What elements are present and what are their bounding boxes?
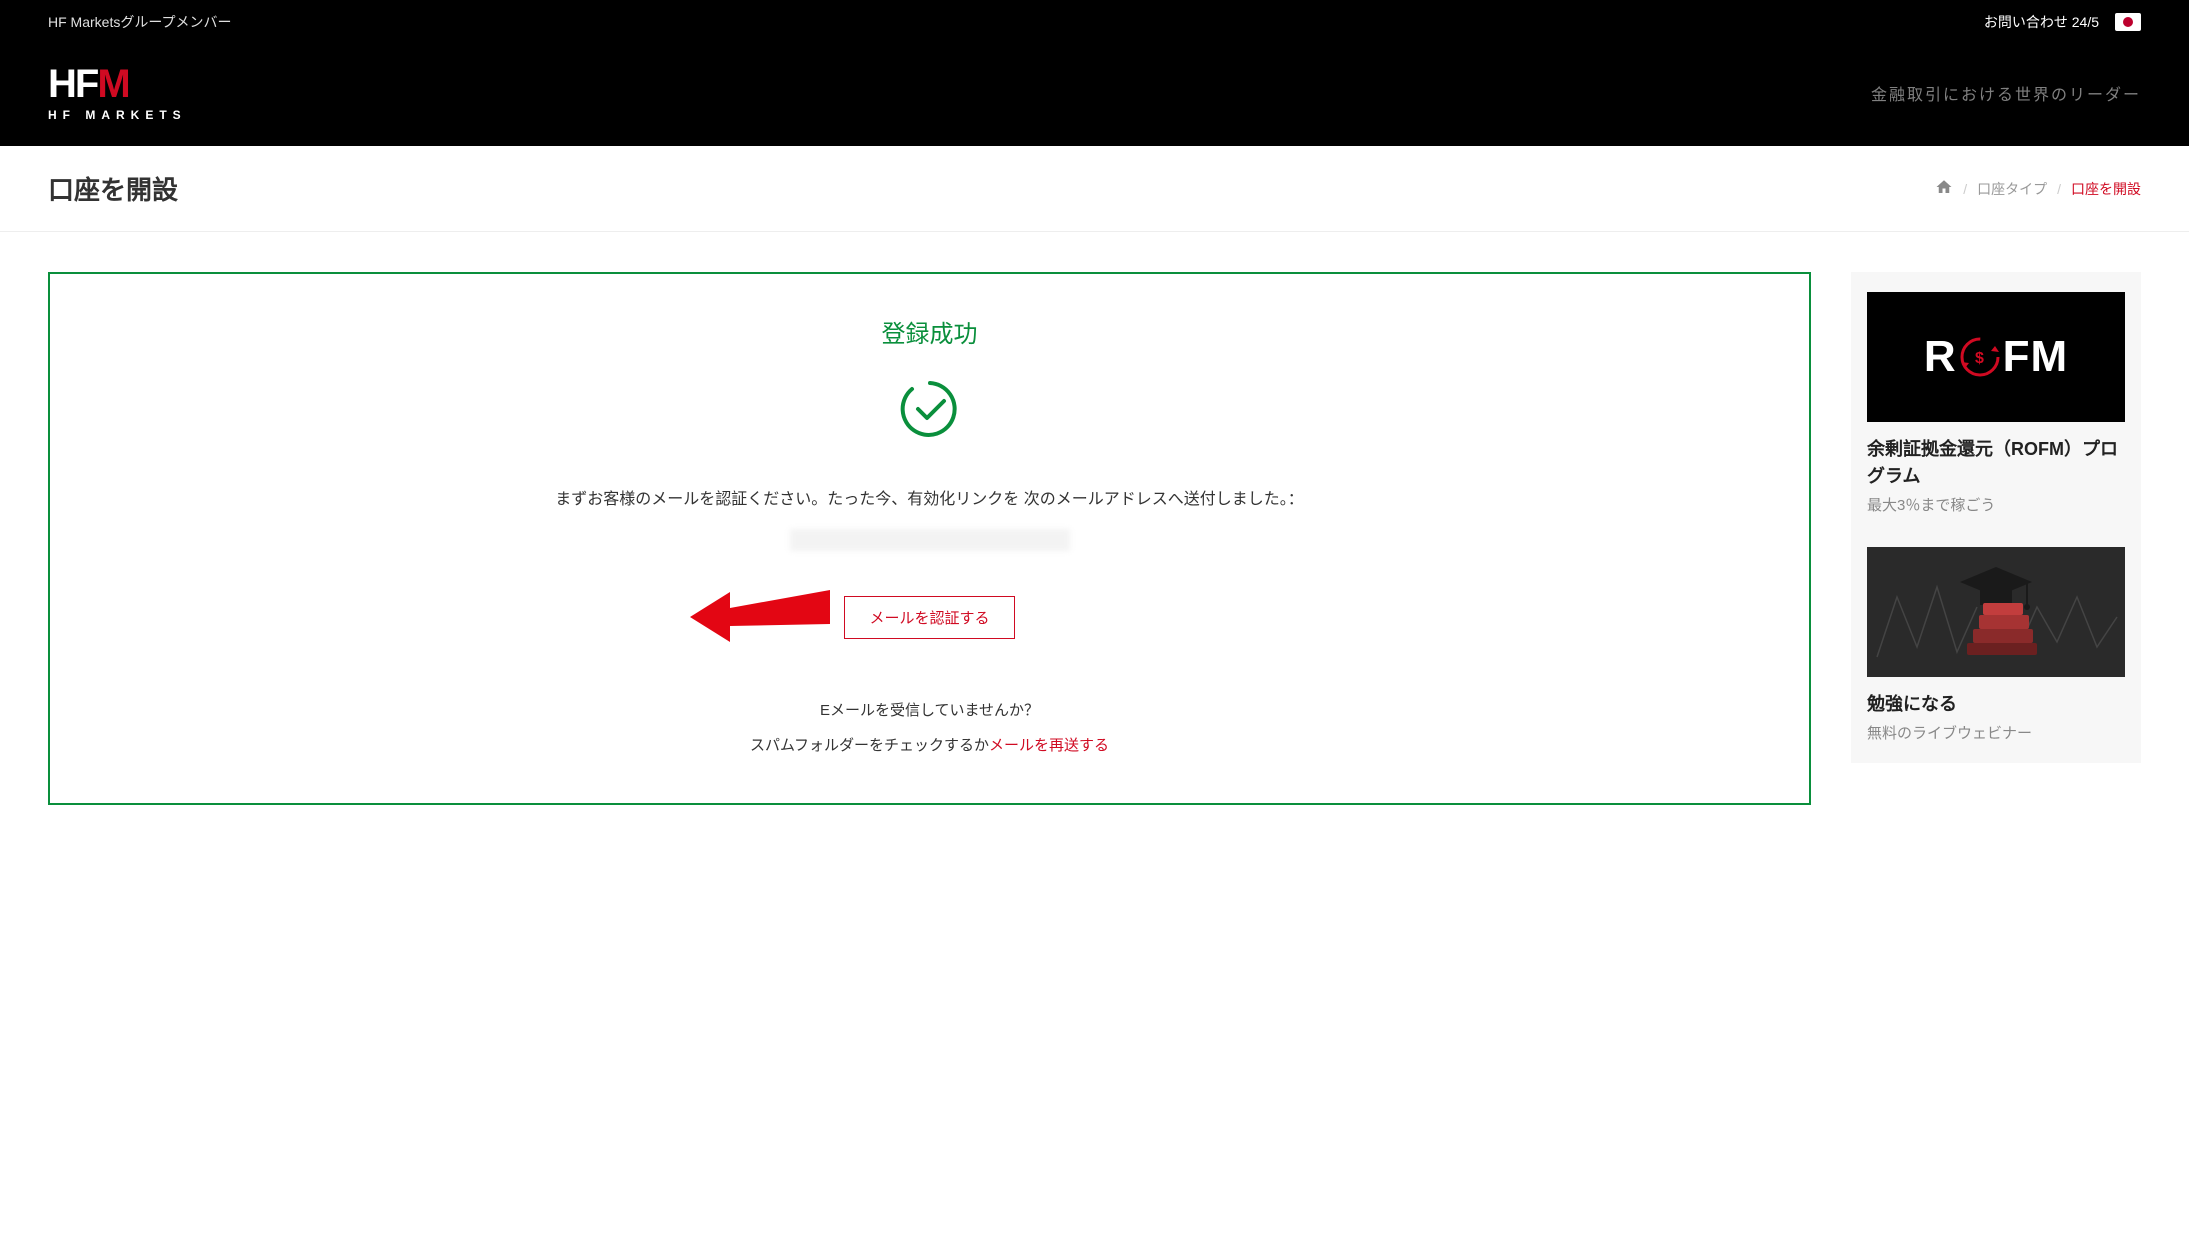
- header-tagline: 金融取引における世界のリーダー: [1871, 81, 2141, 105]
- page-title: 口座を開設: [48, 170, 178, 207]
- logo-main: HFM: [48, 64, 187, 104]
- not-received-text: Eメールを受信していませんか？: [90, 699, 1769, 720]
- success-title: 登録成功: [90, 314, 1769, 349]
- header: HFM HF MARKETS 金融取引における世界のリーダー: [0, 44, 2189, 146]
- flag-japan-icon[interactable]: [2115, 13, 2141, 31]
- promo-webinar-sub: 無料のライブウェビナー: [1867, 722, 2125, 743]
- breadcrumb-sep: /: [1963, 181, 1967, 197]
- success-panel: 登録成功 まずお客様のメールを認証ください。たった今、有効化リンクを 次のメール…: [48, 272, 1811, 805]
- promo-rofm-sub: 最大3％まで稼ごう: [1867, 494, 2125, 515]
- svg-text:$: $: [1975, 350, 1985, 367]
- promo-webinar[interactable]: 勉強になる 無料のライブウェビナー: [1867, 547, 2125, 743]
- logo[interactable]: HFM HF MARKETS: [48, 64, 187, 122]
- promo-webinar-title: 勉強になる: [1867, 691, 2125, 718]
- promo-rofm-image: R $ FM: [1867, 292, 2125, 422]
- check-icon: [90, 377, 1769, 446]
- breadcrumb: / 口座タイプ / 口座を開設: [1935, 178, 2141, 199]
- spam-check-text: スパムフォルダーをチェックするかメールを再送する: [90, 734, 1769, 755]
- logo-subtext: HF MARKETS: [48, 108, 187, 122]
- contact-text[interactable]: お問い合わせ 24/5: [1984, 12, 2099, 32]
- promo-rofm[interactable]: R $ FM 余剰証拠金還元（ROFM）プログラム 最大3％まで稼ごう: [1867, 292, 2125, 515]
- email-address-redacted: [790, 529, 1070, 551]
- books-icon: [1867, 547, 2125, 677]
- home-icon[interactable]: [1935, 178, 1953, 199]
- resend-link[interactable]: メールを再送する: [989, 737, 1109, 754]
- breadcrumb-account-type[interactable]: 口座タイプ: [1977, 179, 2047, 199]
- verify-email-button[interactable]: メールを認証する: [844, 596, 1014, 639]
- breadcrumb-sep: /: [2057, 181, 2061, 197]
- promo-rofm-title: 余剰証拠金還元（ROFM）プログラム: [1867, 436, 2125, 490]
- promo-webinar-image: [1867, 547, 2125, 677]
- topbar: HF Marketsグループメンバー お問い合わせ 24/5: [0, 0, 2189, 44]
- verify-message: まずお客様のメールを認証ください。たった今、有効化リンクを 次のメールアドレスへ…: [90, 486, 1769, 515]
- content: 登録成功 まずお客様のメールを認証ください。たった今、有効化リンクを 次のメール…: [0, 232, 2189, 845]
- breadcrumb-current: 口座を開設: [2071, 179, 2141, 199]
- group-member-text: HF Marketsグループメンバー: [48, 12, 232, 32]
- rofm-logo: R $ FM: [1924, 332, 2068, 382]
- topbar-right: お問い合わせ 24/5: [1984, 12, 2141, 32]
- sidebar: R $ FM 余剰証拠金還元（ROFM）プログラム 最大3％まで稼ごう: [1851, 272, 2141, 763]
- spam-prefix: スパムフォルダーをチェックするか: [750, 737, 989, 754]
- title-row: 口座を開設 / 口座タイプ / 口座を開設: [0, 146, 2189, 232]
